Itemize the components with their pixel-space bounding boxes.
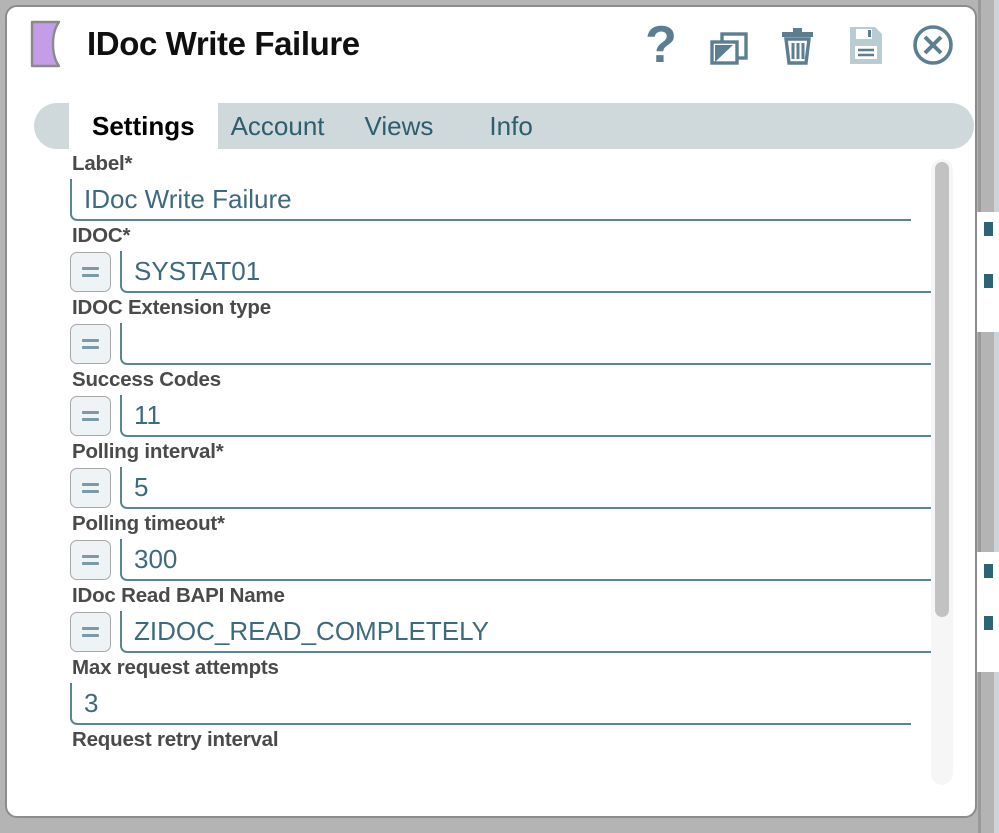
tab-bar-filler bbox=[546, 103, 974, 149]
equals-icon-bar-top bbox=[82, 555, 99, 558]
dialog-title-group: IDoc Write Failure bbox=[29, 19, 360, 69]
idoc-extension-type-input[interactable] bbox=[120, 323, 947, 365]
settings-form-scroll-area: Label* IDoc Write Failure IDOC* SYSTAT01 bbox=[7, 151, 975, 816]
field-polling-interval: Polling interval* 5 bbox=[7, 439, 947, 509]
field-polling-timeout: Polling timeout* 300 bbox=[7, 511, 947, 581]
field-polling-interval-row: 5 bbox=[70, 467, 947, 509]
floppy-disk-icon-glyph bbox=[842, 22, 888, 68]
equals-icon-bar-bottom bbox=[82, 346, 99, 349]
equals-icon-bar-bottom bbox=[82, 274, 99, 277]
document-shape-icon bbox=[29, 19, 71, 69]
polling-timeout-expression-button[interactable] bbox=[70, 540, 111, 580]
field-idoc-read-bapi-name-caption: IDoc Read BAPI Name bbox=[72, 583, 947, 608]
tab-settings[interactable]: Settings bbox=[69, 103, 218, 149]
equals-icon-bar-top bbox=[82, 411, 99, 414]
equals-icon-bar-top bbox=[82, 339, 99, 342]
page-title: IDoc Write Failure bbox=[87, 25, 360, 63]
restore-icon-glyph bbox=[706, 22, 752, 68]
help-icon[interactable]: ? bbox=[637, 21, 685, 69]
field-success-codes-caption: Success Codes bbox=[72, 367, 947, 392]
form-scrollbar-track[interactable] bbox=[931, 159, 953, 785]
background-fragment-lower bbox=[975, 552, 999, 672]
field-idoc-read-bapi-name: IDoc Read BAPI Name ZIDOC_READ_COMPLETEL… bbox=[7, 583, 947, 653]
screen: IDoc Write Failure ? bbox=[0, 0, 999, 833]
header-action-bar: ? bbox=[637, 21, 957, 69]
field-polling-timeout-caption: Polling timeout* bbox=[72, 511, 947, 536]
field-idoc-extension-type-caption: IDOC Extension type bbox=[72, 295, 947, 320]
field-polling-interval-caption: Polling interval* bbox=[72, 439, 947, 464]
field-idoc-extension-type: IDOC Extension type bbox=[7, 295, 947, 365]
tab-info[interactable]: Info bbox=[476, 103, 545, 149]
equals-icon-bar-top bbox=[82, 483, 99, 486]
tab-bar: Settings Account Views Info bbox=[34, 103, 974, 149]
polling-timeout-input[interactable]: 300 bbox=[120, 539, 947, 581]
field-success-codes: Success Codes 11 bbox=[7, 367, 947, 437]
tab-bar-left-cap bbox=[34, 103, 69, 149]
settings-form: Label* IDoc Write Failure IDOC* SYSTAT01 bbox=[7, 151, 947, 755]
field-idoc: IDOC* SYSTAT01 bbox=[7, 223, 947, 293]
dialog-header: IDoc Write Failure ? bbox=[7, 7, 975, 95]
delete-icon[interactable] bbox=[773, 21, 821, 69]
field-max-request-attempts-row: 3 bbox=[70, 683, 947, 725]
field-idoc-read-bapi-name-row: ZIDOC_READ_COMPLETELY bbox=[70, 611, 947, 653]
tab-account-label: Account bbox=[231, 111, 325, 142]
field-max-request-attempts: Max request attempts 3 bbox=[7, 655, 947, 725]
idoc-read-bapi-name-input[interactable]: ZIDOC_READ_COMPLETELY bbox=[120, 611, 947, 653]
equals-icon-bar-bottom bbox=[82, 490, 99, 493]
polling-interval-expression-button[interactable] bbox=[70, 468, 111, 508]
field-request-retry-interval-caption: Request retry interval bbox=[72, 727, 947, 752]
close-circle-icon-glyph bbox=[910, 22, 956, 68]
success-codes-input[interactable]: 11 bbox=[120, 395, 947, 437]
equals-icon-bar-bottom bbox=[82, 634, 99, 637]
field-success-codes-row: 11 bbox=[70, 395, 947, 437]
trash-icon-glyph bbox=[774, 22, 820, 68]
field-request-retry-interval: Request retry interval bbox=[7, 727, 947, 752]
form-scrollbar-thumb[interactable] bbox=[935, 162, 949, 617]
equals-icon-bar-top bbox=[82, 267, 99, 270]
save-icon[interactable] bbox=[841, 21, 889, 69]
field-label: Label* IDoc Write Failure bbox=[7, 151, 947, 221]
field-idoc-extension-type-row bbox=[70, 323, 947, 365]
idoc-settings-dialog: IDoc Write Failure ? bbox=[5, 5, 977, 818]
field-idoc-caption: IDOC* bbox=[72, 223, 947, 248]
idoc-expression-button[interactable] bbox=[70, 252, 111, 292]
field-polling-timeout-row: 300 bbox=[70, 539, 947, 581]
field-label-row: IDoc Write Failure bbox=[70, 179, 947, 221]
idoc-input[interactable]: SYSTAT01 bbox=[120, 251, 947, 293]
field-idoc-row: SYSTAT01 bbox=[70, 251, 947, 293]
tab-account[interactable]: Account bbox=[218, 103, 338, 149]
tab-settings-label: Settings bbox=[92, 111, 195, 142]
background-divider bbox=[978, 0, 981, 833]
close-icon[interactable] bbox=[909, 21, 957, 69]
idoc-read-bapi-name-expression-button[interactable] bbox=[70, 612, 111, 652]
equals-icon-bar-top bbox=[82, 627, 99, 630]
help-icon-glyph: ? bbox=[645, 23, 677, 67]
equals-icon-bar-bottom bbox=[82, 562, 99, 565]
polling-interval-input[interactable]: 5 bbox=[120, 467, 947, 509]
tab-views-label: Views bbox=[365, 111, 434, 142]
max-request-attempts-input[interactable]: 3 bbox=[70, 683, 911, 725]
equals-icon-bar-bottom bbox=[82, 418, 99, 421]
field-label-caption: Label* bbox=[72, 151, 947, 176]
tab-views[interactable]: Views bbox=[352, 103, 447, 149]
restore-icon[interactable] bbox=[705, 21, 753, 69]
label-input[interactable]: IDoc Write Failure bbox=[70, 179, 911, 221]
background-fragment-upper bbox=[975, 212, 999, 332]
background-rail bbox=[994, 0, 999, 833]
tab-info-label: Info bbox=[489, 111, 532, 142]
field-max-request-attempts-caption: Max request attempts bbox=[72, 655, 947, 680]
success-codes-expression-button[interactable] bbox=[70, 396, 111, 436]
idoc-extension-type-expression-button[interactable] bbox=[70, 324, 111, 364]
